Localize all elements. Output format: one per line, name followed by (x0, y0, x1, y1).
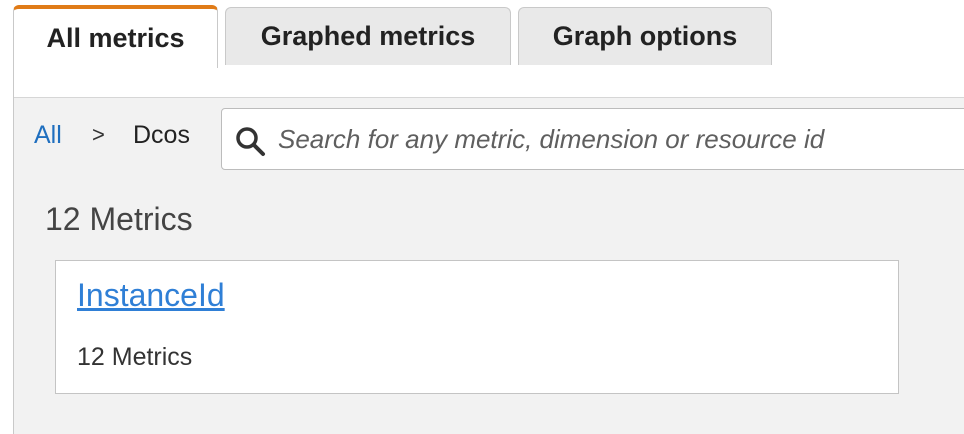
dimension-metric-count: 12 Metrics (77, 343, 193, 371)
breadcrumb-separator: > (92, 122, 105, 147)
cloudwatch-metrics-page: All metrics Graphed metrics Graph option… (0, 0, 964, 434)
search-icon (236, 127, 265, 156)
metrics-count-heading: 12 Metrics (45, 201, 193, 237)
dimension-card: InstanceId 12 Metrics (55, 260, 899, 394)
panel-top-strip (14, 65, 964, 98)
breadcrumb-all-link[interactable]: All (34, 121, 62, 150)
tab-graphed-metrics[interactable]: Graphed metrics (225, 7, 511, 65)
breadcrumb-current: Dcos (133, 121, 190, 149)
metrics-panel: All > Dcos 12 Metrics InstanceId 12 Metr… (13, 65, 964, 434)
dimension-link-instanceid[interactable]: InstanceId (77, 277, 225, 314)
tab-graph-options[interactable]: Graph options (518, 7, 772, 65)
tab-all-metrics[interactable]: All metrics (13, 5, 218, 68)
search-box[interactable] (221, 108, 964, 170)
search-input[interactable] (278, 117, 964, 161)
